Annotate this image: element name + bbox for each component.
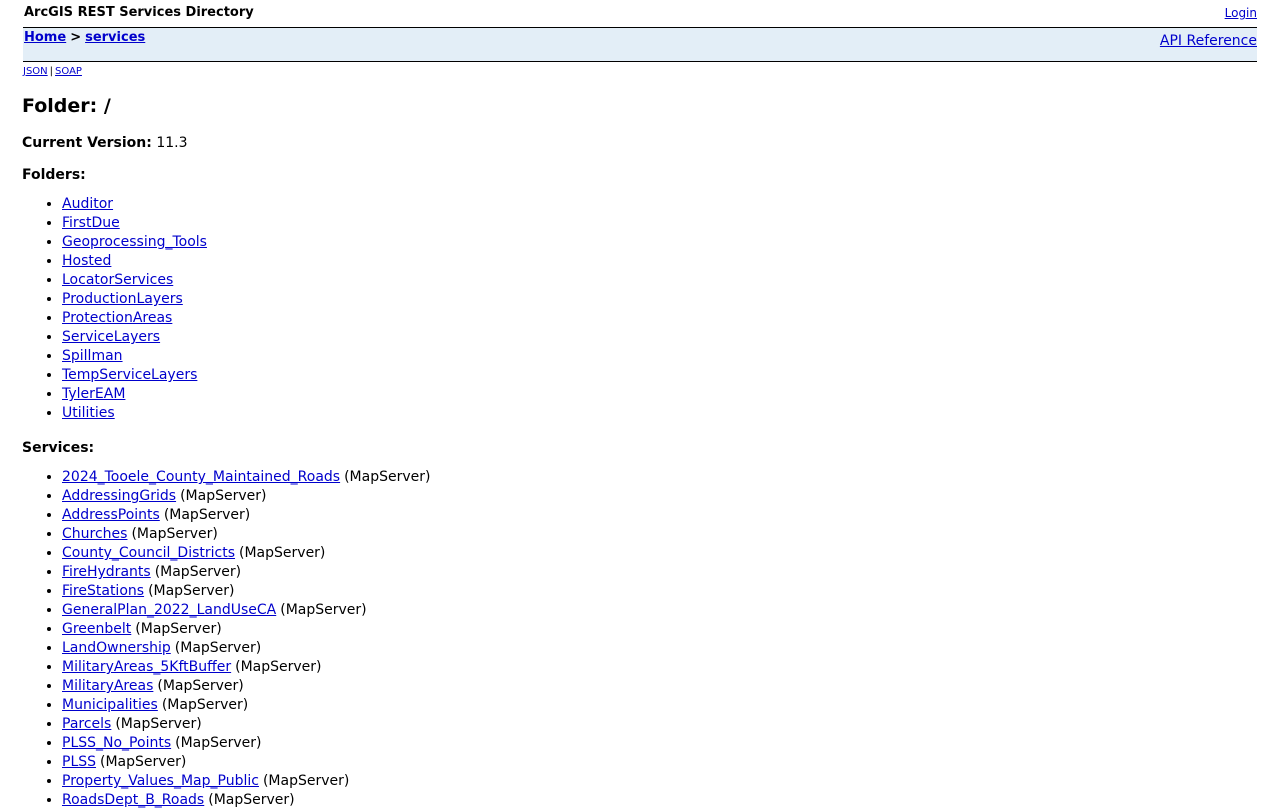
service-link[interactable]: Parcels	[62, 716, 111, 732]
service-type: (MapServer)	[131, 526, 218, 542]
service-link[interactable]: LandOwnership	[62, 640, 171, 656]
service-type: (MapServer)	[115, 716, 202, 732]
service-type: (MapServer)	[157, 678, 244, 694]
service-link[interactable]: Churches	[62, 526, 127, 542]
folder-link[interactable]: LocatorServices	[62, 272, 173, 288]
nav-bar: Home > services API Reference	[23, 28, 1257, 62]
service-list-item: Property_Values_Map_Public(MapServer)	[62, 772, 430, 791]
service-link[interactable]: County_Council_Districts	[62, 545, 235, 561]
breadcrumb-services-link[interactable]: services	[85, 30, 145, 45]
service-list-item: AddressPoints(MapServer)	[62, 506, 430, 525]
json-link[interactable]: JSON	[23, 66, 48, 77]
folder-link[interactable]: Auditor	[62, 196, 113, 212]
service-link[interactable]: FireStations	[62, 583, 144, 599]
service-type: (MapServer)	[154, 564, 242, 580]
service-type: (MapServer)	[262, 773, 350, 789]
current-version: Current Version: 11.3	[22, 135, 188, 151]
version-label: Current Version:	[22, 135, 152, 151]
breadcrumb-home-link[interactable]: Home	[24, 30, 66, 45]
service-list-item: AddressingGrids(MapServer)	[62, 487, 430, 506]
service-link[interactable]: AddressingGrids	[62, 488, 176, 504]
service-type: (MapServer)	[175, 735, 262, 751]
service-link[interactable]: Municipalities	[62, 697, 158, 713]
service-list-item: MilitaryAreas(MapServer)	[62, 677, 430, 696]
folder-link[interactable]: ServiceLayers	[62, 329, 160, 345]
folder-list-item: TempServiceLayers	[62, 366, 207, 385]
service-link[interactable]: RoadsDept_B_Roads	[62, 792, 204, 808]
service-link[interactable]: Greenbelt	[62, 621, 131, 637]
service-link[interactable]: MilitaryAreas_5KftBuffer	[62, 659, 231, 675]
folders-list: Auditor FirstDue Geoprocessing_Tools Hosted…	[22, 195, 207, 423]
services-list: 2024_Tooele_County_Maintained_Roads(MapS…	[22, 468, 430, 810]
service-type: (MapServer)	[180, 488, 267, 504]
service-type: (MapServer)	[135, 621, 222, 637]
folder-link[interactable]: Spillman	[62, 348, 123, 364]
service-type: (MapServer)	[100, 754, 187, 770]
service-list-item: Municipalities(MapServer)	[62, 696, 430, 715]
service-link[interactable]: GeneralPlan_2022_LandUseCA	[62, 602, 276, 618]
service-list-item: PLSS(MapServer)	[62, 753, 430, 772]
login-link[interactable]: Login	[1225, 6, 1257, 20]
service-type: (MapServer)	[208, 792, 295, 808]
service-link[interactable]: FireHydrants	[62, 564, 151, 580]
service-link[interactable]: 2024_Tooele_County_Maintained_Roads	[62, 469, 340, 485]
folder-list-item: FirstDue	[62, 214, 207, 233]
folder-list-item: Geoprocessing_Tools	[62, 233, 207, 252]
service-list-item: 2024_Tooele_County_Maintained_Roads(MapS…	[62, 468, 430, 487]
service-link[interactable]: PLSS_No_Points	[62, 735, 171, 751]
service-link[interactable]: MilitaryAreas	[62, 678, 153, 694]
version-value: 11.3	[156, 135, 188, 151]
folder-list-item: Hosted	[62, 252, 207, 271]
folder-link[interactable]: Geoprocessing_Tools	[62, 234, 207, 250]
folder-link[interactable]: FirstDue	[62, 215, 120, 231]
service-list-item: FireHydrants(MapServer)	[62, 563, 430, 582]
folder-link[interactable]: Hosted	[62, 253, 111, 269]
folder-link[interactable]: TylerEAM	[62, 386, 125, 402]
service-type: (MapServer)	[235, 659, 322, 675]
service-type: (MapServer)	[280, 602, 367, 618]
folder-list-item: LocatorServices	[62, 271, 207, 290]
service-type: (MapServer)	[161, 697, 249, 713]
service-type: (MapServer)	[174, 640, 262, 656]
folder-list-item: Spillman	[62, 347, 207, 366]
breadcrumb-separator: >	[70, 30, 82, 45]
service-list-item: Parcels(MapServer)	[62, 715, 430, 734]
breadcrumb: Home > services	[24, 30, 145, 45]
folder-list-item: ProductionLayers	[62, 290, 207, 309]
folder-link[interactable]: ProductionLayers	[62, 291, 183, 307]
api-reference-link[interactable]: API Reference	[1160, 33, 1257, 49]
service-list-item: RoadsDept_B_Roads(MapServer)	[62, 791, 430, 810]
service-type: (MapServer)	[239, 545, 326, 561]
folder-list-item: ProtectionAreas	[62, 309, 207, 328]
folder-list-item: ServiceLayers	[62, 328, 207, 347]
folder-list-item: Auditor	[62, 195, 207, 214]
format-separator: |	[49, 66, 54, 77]
folder-list-item: Utilities	[62, 404, 207, 423]
service-list-item: LandOwnership(MapServer)	[62, 639, 430, 658]
service-link[interactable]: PLSS	[62, 754, 96, 770]
soap-link[interactable]: SOAP	[55, 66, 82, 77]
page-title: Folder: /	[22, 95, 111, 117]
service-list-item: County_Council_Districts(MapServer)	[62, 544, 430, 563]
service-list-item: Greenbelt(MapServer)	[62, 620, 430, 639]
service-list-item: FireStations(MapServer)	[62, 582, 430, 601]
service-type: (MapServer)	[344, 469, 431, 485]
service-list-item: MilitaryAreas_5KftBuffer(MapServer)	[62, 658, 430, 677]
service-list-item: PLSS_No_Points(MapServer)	[62, 734, 430, 753]
folders-heading: Folders:	[22, 167, 86, 183]
folder-link[interactable]: TempServiceLayers	[62, 367, 197, 383]
folder-link[interactable]: ProtectionAreas	[62, 310, 172, 326]
app-title: ArcGIS REST Services Directory	[24, 5, 254, 20]
top-bar: ArcGIS REST Services Directory Login	[23, 0, 1257, 28]
folder-list-item: TylerEAM	[62, 385, 207, 404]
format-links: JSON | SOAP	[23, 66, 82, 77]
service-link[interactable]: Property_Values_Map_Public	[62, 773, 259, 789]
services-heading: Services:	[22, 440, 95, 456]
folder-link[interactable]: Utilities	[62, 405, 115, 421]
service-type: (MapServer)	[148, 583, 235, 599]
service-link[interactable]: AddressPoints	[62, 507, 160, 523]
service-type: (MapServer)	[163, 507, 251, 523]
service-list-item: Churches(MapServer)	[62, 525, 430, 544]
service-list-item: GeneralPlan_2022_LandUseCA(MapServer)	[62, 601, 430, 620]
